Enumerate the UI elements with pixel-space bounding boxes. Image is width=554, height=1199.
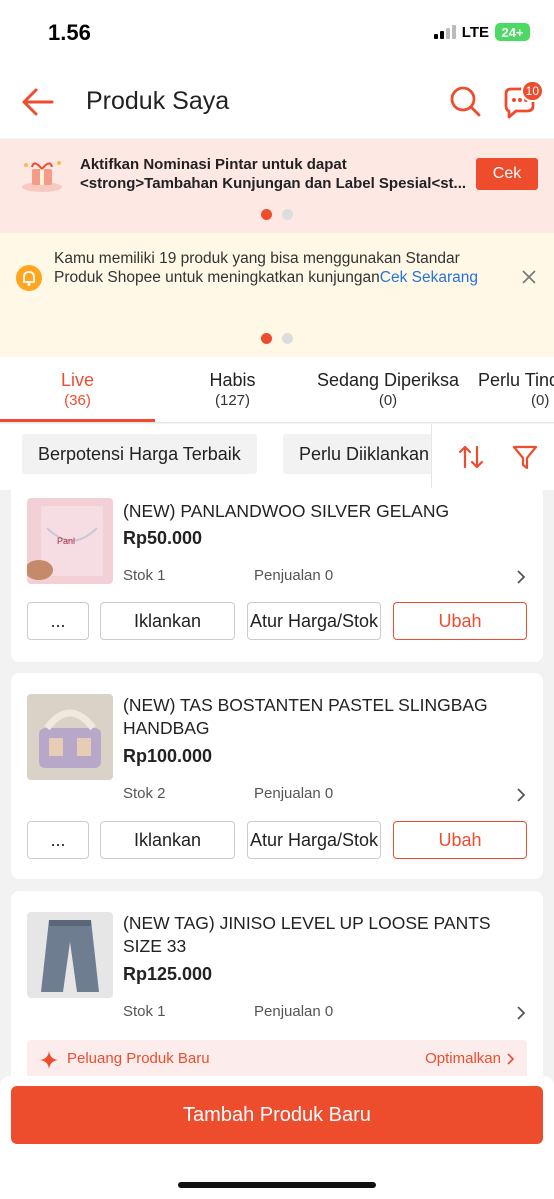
chevron-right-icon (507, 1053, 515, 1065)
product-sales: Penjualan 0 (254, 785, 334, 802)
search-icon[interactable] (448, 84, 482, 118)
tab-label: Habis (209, 370, 256, 390)
advertise-button[interactable]: Iklankan (100, 602, 235, 640)
tab-count: (36) (64, 392, 91, 409)
home-indicator (178, 1182, 376, 1188)
product-name: (NEW TAG) JINISO LEVEL UP LOOSE PANTS SI… (123, 913, 491, 956)
product-thumbnail[interactable] (27, 694, 113, 780)
tab-label: Sedang Diperiksa (316, 370, 460, 390)
filter-chip-needs-ads[interactable]: Perlu Diiklankan (283, 434, 431, 474)
tab-label: Perlu Tindakan (478, 370, 554, 390)
product-price: Rp100.000 (123, 746, 213, 766)
promo-check-button[interactable]: Cek (476, 158, 538, 190)
notice-pagination (0, 333, 554, 344)
promo-text: Aktifkan Nominasi Pintar untuk dapat <st… (80, 155, 480, 193)
new-product-opportunity[interactable]: Peluang Produk Baru Optimalkan (27, 1040, 527, 1078)
product-stock: Stok 1 (123, 1003, 166, 1020)
product-price: Rp50.000 (123, 528, 203, 548)
chevron-right-icon[interactable] (515, 569, 527, 585)
more-button[interactable]: ... (27, 821, 89, 859)
bottom-bar: Tambah Produk Baru (0, 1076, 554, 1199)
edit-button[interactable]: Ubah (393, 602, 527, 640)
price-stock-button[interactable]: Atur Harga/Stok (247, 821, 381, 859)
product-card[interactable]: Panl (NEW) PANLANDWOO SILVER GELANG Rp50… (11, 488, 543, 662)
product-stock: Stok 2 (123, 785, 166, 802)
status-bar: 1.56 LTE 24+ (0, 0, 554, 68)
promo-pagination (0, 209, 554, 220)
back-arrow-icon[interactable] (20, 84, 56, 120)
opportunity-label: Peluang Produk Baru (67, 1050, 210, 1067)
bell-icon (16, 265, 42, 291)
tab-habis[interactable]: Habis (127) (155, 369, 310, 411)
filter-chips: Berpotensi Harga Terbaik Perlu Diiklanka… (0, 424, 432, 490)
filter-row: Berpotensi Harga Terbaik Perlu Diiklanka… (0, 424, 554, 490)
product-price: Rp125.000 (123, 964, 213, 984)
page-title: Produk Saya (86, 87, 230, 115)
chevron-right-icon[interactable] (515, 1005, 527, 1021)
filter-icon[interactable] (510, 442, 540, 472)
filter-chip-best-price[interactable]: Berpotensi Harga Terbaik (22, 434, 257, 474)
battery-icon: 24+ (495, 23, 530, 41)
close-icon[interactable] (522, 270, 536, 284)
product-thumbnail[interactable] (27, 912, 113, 998)
notice-link[interactable]: Cek Sekarang (380, 269, 478, 286)
svg-text:Panl: Panl (57, 536, 75, 546)
sort-icon[interactable] (456, 442, 486, 472)
active-tab-indicator (0, 419, 155, 422)
product-sales: Penjualan 0 (254, 567, 334, 584)
network-label: LTE (461, 23, 489, 41)
product-thumbnail[interactable]: Panl (27, 498, 113, 584)
optimize-link[interactable]: Optimalkan (425, 1050, 501, 1067)
notice-text: Kamu memiliki 19 produk yang bisa menggu… (54, 249, 502, 287)
add-product-button[interactable]: Tambah Produk Baru (11, 1086, 543, 1144)
gift-illustration-icon (22, 161, 62, 192)
app-header: Produk Saya 10 (0, 68, 554, 138)
tab-perlu-tindakan[interactable]: Perlu Tindakan (0) (478, 369, 554, 411)
product-stock: Stok 1 (123, 567, 166, 584)
status-time: 1.56 (48, 20, 91, 45)
promo-line-2: <strong>Tambahan Kunjungan dan Label Spe… (80, 175, 467, 192)
tab-sedang-diperiksa[interactable]: Sedang Diperiksa (0) (306, 369, 470, 411)
status-indicators: LTE 24+ (433, 23, 530, 41)
product-sales: Penjualan 0 (254, 1003, 334, 1020)
tab-count: (0) (531, 392, 550, 409)
tab-count: (0) (378, 392, 398, 409)
sparkle-icon (40, 1051, 58, 1069)
product-card[interactable]: (NEW TAG) JINISO LEVEL UP LOOSE PANTS SI… (11, 891, 543, 1091)
chevron-right-icon[interactable] (515, 787, 527, 803)
advertise-button[interactable]: Iklankan (100, 821, 235, 859)
product-name: (NEW) PANLANDWOO SILVER GELANG (123, 501, 450, 521)
product-card[interactable]: (NEW) TAS BOSTANTEN PASTEL SLINGBAG HAND… (11, 673, 543, 879)
more-button[interactable]: ... (27, 602, 89, 640)
status-tabs: Live (36) Habis (127) Sedang Diperiksa (… (0, 357, 554, 423)
edit-button[interactable]: Ubah (393, 821, 527, 859)
chat-badge: 10 (520, 80, 544, 102)
tab-label: Live (60, 370, 95, 390)
product-name: (NEW) TAS BOSTANTEN PASTEL SLINGBAG HAND… (123, 695, 488, 738)
promo-banner[interactable]: Aktifkan Nominasi Pintar untuk dapat <st… (0, 139, 554, 233)
promo-line-1: Aktifkan Nominasi Pintar untuk dapat (80, 156, 347, 173)
price-stock-button[interactable]: Atur Harga/Stok (247, 602, 381, 640)
signal-icon (433, 25, 456, 39)
notice-banner: Kamu memiliki 19 produk yang bisa menggu… (0, 233, 554, 357)
tab-live[interactable]: Live (36) (0, 369, 155, 411)
tab-count: (127) (214, 392, 251, 409)
